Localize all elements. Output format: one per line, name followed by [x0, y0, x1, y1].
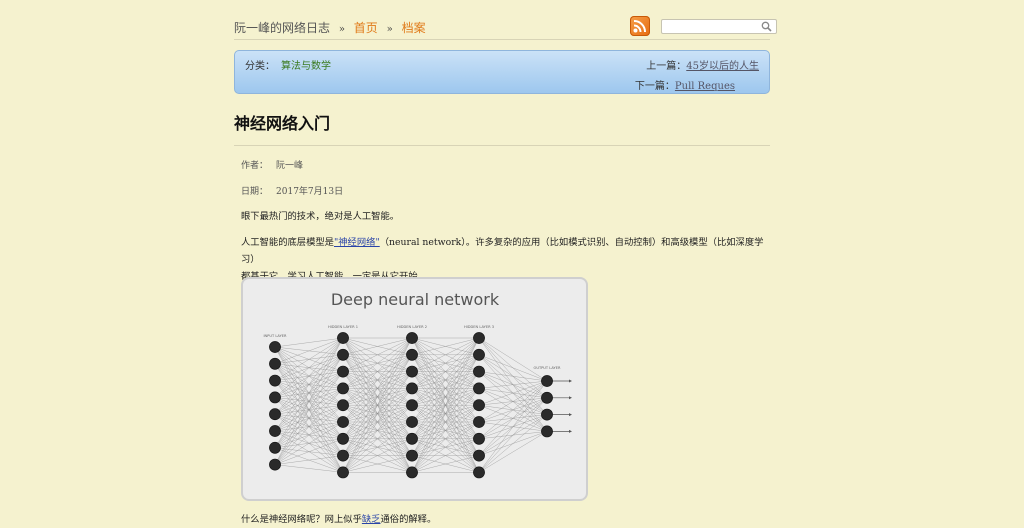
- page-title: 神经网络入门: [234, 114, 331, 133]
- figure-title: Deep neural network: [331, 290, 500, 309]
- neuron-node: [473, 399, 485, 412]
- neuron-node: [473, 348, 485, 361]
- date-line: 日期： 2017年7月13日: [241, 184, 343, 197]
- page: 阮一峰的网络日志 » 首页 » 档案 分类： 算法与数学 上一篇：45岁以后的人生: [0, 0, 1024, 527]
- paragraph-3: 什么是神经网络呢？网上似乎缺乏通俗的解释。: [241, 511, 771, 528]
- neural-network-diagram: Deep neural network INPUT LAYER HIDDEN LAY…: [263, 290, 572, 479]
- neuron-node: [406, 432, 418, 445]
- author-label: 作者：: [241, 161, 269, 171]
- neuron-node: [473, 432, 485, 445]
- paragraph-3-text: 通俗的解释。: [380, 514, 437, 525]
- neuron-node: [269, 408, 281, 421]
- neuron-node: [541, 391, 553, 404]
- neuron-node: [473, 416, 485, 428]
- breadcrumb-separator: »: [338, 24, 345, 35]
- neuron-node: [337, 348, 349, 361]
- neuron-node: [269, 425, 281, 437]
- search-input[interactable]: [661, 19, 777, 34]
- neural-network-link[interactable]: "神经网络": [334, 237, 380, 248]
- neuron-node: [269, 341, 281, 353]
- next-post: 下一篇：Pull Reques: [635, 77, 735, 92]
- neuron-node: [269, 374, 281, 387]
- breadcrumb-separator: »: [386, 24, 393, 35]
- neuron-node: [473, 365, 485, 378]
- date: 2017年7月13日: [276, 187, 344, 197]
- neuron-node: [269, 391, 281, 404]
- blog-name[interactable]: 阮一峰的网络日志: [234, 21, 330, 35]
- header-divider: [234, 39, 770, 40]
- category: 分类： 算法与数学: [245, 57, 331, 72]
- layer-label: HIDDEN LAYER 1: [328, 325, 358, 329]
- neuron-node: [406, 416, 418, 428]
- category-label: 分类：: [245, 61, 275, 72]
- prev-label: 上一篇：: [646, 61, 687, 72]
- next-label: 下一篇：: [634, 81, 675, 92]
- nav-home-link[interactable]: 首页: [354, 21, 378, 35]
- layer-label: INPUT LAYER: [263, 334, 287, 338]
- neuron-node: [406, 382, 418, 395]
- next-post-link[interactable]: Pull Reques: [675, 81, 735, 92]
- neuron-node: [473, 466, 485, 479]
- category-box: 分类： 算法与数学 上一篇：45岁以后的人生 下一篇：Pull Reques: [234, 50, 770, 94]
- neuron-node: [406, 399, 418, 412]
- prev-post: 上一篇：45岁以后的人生: [646, 57, 759, 72]
- neuron-node: [337, 382, 349, 395]
- neuron-node: [473, 449, 485, 462]
- neuron-node: [269, 441, 281, 454]
- lacking-link[interactable]: 缺乏: [362, 514, 381, 525]
- date-label: 日期：: [241, 187, 269, 197]
- category-link[interactable]: 算法与数学: [281, 61, 331, 72]
- neuron-node: [473, 382, 485, 395]
- neural-network-figure: Deep neural network INPUT LAYER HIDDEN LAY…: [241, 277, 588, 501]
- paragraph-3-text: 什么是神经网络呢？网上似乎: [241, 514, 362, 525]
- title-divider: [234, 145, 770, 146]
- layer-label: HIDDEN LAYER 2: [397, 325, 427, 329]
- nav-archive-link[interactable]: 档案: [402, 21, 426, 35]
- breadcrumb: 阮一峰的网络日志 » 首页 » 档案: [234, 19, 426, 36]
- neuron-node: [337, 416, 349, 428]
- neuron-node: [337, 365, 349, 378]
- neuron-node: [337, 432, 349, 445]
- neuron-node: [541, 425, 553, 438]
- rss-icon[interactable]: [630, 16, 650, 36]
- neuron-node: [406, 348, 418, 361]
- header: 阮一峰的网络日志 » 首页 » 档案: [234, 16, 777, 39]
- neuron-node: [473, 332, 485, 344]
- neuron-node: [337, 449, 349, 462]
- paragraph-1: 眼下最热门的技术，绝对是人工智能。: [241, 211, 400, 222]
- neuron-node: [337, 466, 349, 479]
- paragraph-2-text: 人工智能的底层模型是: [241, 237, 334, 248]
- search-icon[interactable]: [761, 21, 772, 32]
- neuron-node: [269, 357, 281, 370]
- neuron-node: [337, 332, 349, 344]
- neuron-node: [406, 466, 418, 479]
- neuron-node: [406, 332, 418, 344]
- author-line: 作者： 阮一峰: [241, 158, 303, 171]
- layer-label: OUTPUT LAYER: [533, 366, 561, 370]
- author: 阮一峰: [276, 161, 304, 171]
- neuron-node: [541, 375, 553, 387]
- prev-post-link[interactable]: 45岁以后的人生: [686, 61, 759, 72]
- neuron-node: [337, 399, 349, 412]
- neuron-node: [269, 458, 281, 471]
- layer-label: HIDDEN LAYER 3: [464, 325, 494, 329]
- neuron-node: [406, 449, 418, 462]
- neuron-node: [406, 365, 418, 378]
- neuron-node: [541, 408, 553, 421]
